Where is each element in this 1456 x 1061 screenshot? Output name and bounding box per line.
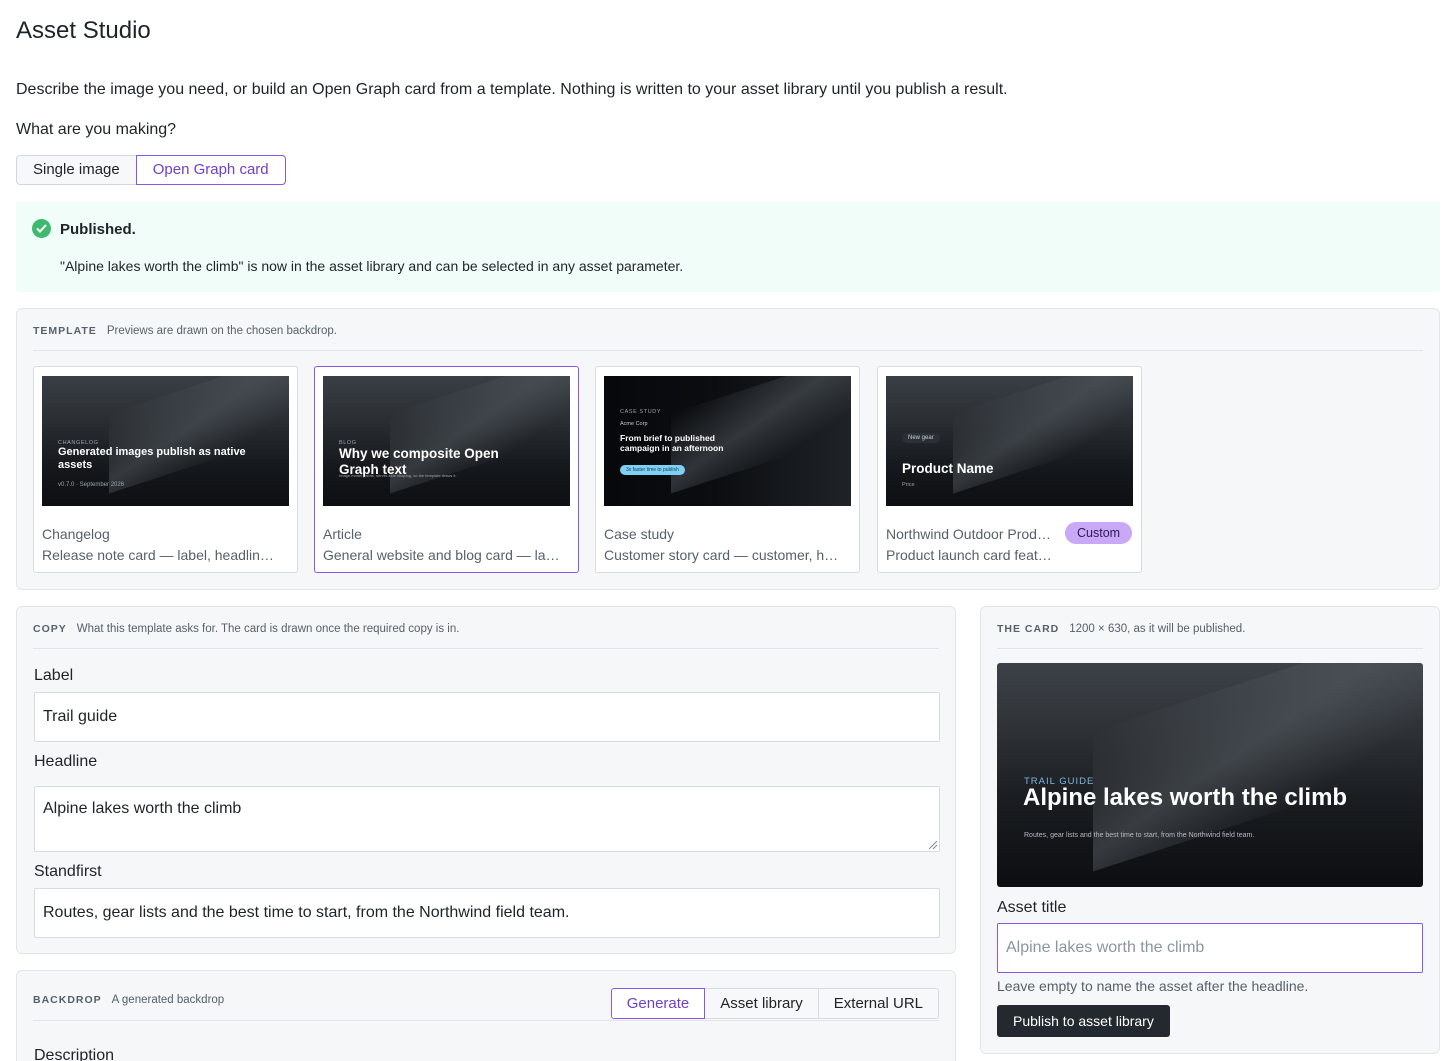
template-name: Article (323, 526, 362, 542)
backdrop-eyebrow: BACKDROP (33, 993, 102, 1006)
page-title: Asset Studio (16, 17, 151, 44)
thumb-meta: Image model paints, server-side shaping,… (339, 473, 457, 478)
copy-eyebrow: COPY (33, 623, 67, 635)
template-thumbnail: BLOG Why we composite Open Graph text Im… (323, 376, 570, 506)
backdrop-panel: BACKDROP A generated backdrop Generate A… (16, 970, 956, 1061)
headline-textarea[interactable]: Alpine lakes worth the climb (34, 786, 940, 852)
template-card-northwind[interactable]: New gear Product Name Price Northwind Ou… (877, 366, 1142, 573)
resize-handle-icon[interactable] (929, 841, 937, 849)
thumb-label: CASE STUDY (620, 409, 662, 415)
tab-external-url[interactable]: External URL (818, 988, 939, 1019)
published-notice: Published. "Alpine lakes worth the climb… (16, 202, 1440, 292)
headline-value: Alpine lakes worth the climb (43, 800, 242, 817)
template-thumbnail: New gear Product Name Price (886, 376, 1133, 506)
template-name: Northwind Outdoor Prod… (886, 526, 1051, 542)
template-description: General website and blog card — la… (323, 547, 560, 563)
template-description: Customer story card — customer, h… (604, 547, 839, 563)
template-card-case-study[interactable]: CASE STUDY Acme Corp From brief to publi… (595, 366, 860, 573)
headline-field-label: Headline (34, 753, 98, 770)
backdrop-source-tabs: Generate Asset library External URL (610, 988, 939, 1019)
thumb-meta: v0.7.0 · September 2026 (58, 482, 125, 488)
card-subtitle: 1200 × 630, as it will be published. (1069, 623, 1246, 635)
copy-subtitle: What this template asks for. The card is… (76, 623, 460, 635)
notice-message: "Alpine lakes worth the climb" is now in… (60, 258, 684, 274)
template-description: Product launch card feat… (886, 547, 1052, 563)
card-preview: TRAIL GUIDE Alpine lakes worth the climb… (997, 663, 1423, 887)
card-eyebrow: THE CARD (997, 623, 1060, 635)
tab-generate[interactable]: Generate (610, 988, 706, 1019)
description-field-label: Description (34, 1047, 115, 1061)
copy-panel: COPY What this template asks for. The ca… (16, 606, 956, 954)
thumb-headline: Generated images publish as native asset… (58, 446, 246, 471)
thumb-customer: Acme Corp (620, 421, 648, 427)
thumb-pill: 3x faster time to publish (620, 465, 685, 475)
check-circle-icon (32, 219, 51, 238)
backdrop-subtitle: A generated backdrop (111, 993, 225, 1006)
label-field-label: Label (34, 667, 74, 684)
tab-asset-library[interactable]: Asset library (705, 988, 819, 1019)
publish-button[interactable]: Publish to asset library (997, 1005, 1170, 1037)
standfirst-input[interactable]: Routes, gear lists and the best time to … (34, 888, 940, 938)
template-eyebrow: TEMPLATE (33, 325, 97, 337)
template-description: Release note card — label, headlin… (42, 547, 274, 563)
thumb-headline: From brief to published campaign in an a… (620, 433, 724, 453)
template-thumbnail: CASE STUDY Acme Corp From brief to publi… (604, 376, 851, 506)
card-preview-standfirst: Routes, gear lists and the best time to … (1024, 832, 1255, 839)
template-panel-header: TEMPLATE Previews are drawn on the chose… (33, 325, 1423, 351)
notice-title: Published. (60, 221, 136, 238)
asset-title-input[interactable] (997, 923, 1423, 973)
template-name: Changelog (42, 526, 110, 542)
label-input[interactable]: Trail guide (34, 692, 940, 742)
template-name: Case study (604, 526, 675, 542)
mode-question: What are you making? (16, 121, 177, 138)
template-subtitle: Previews are drawn on the chosen backdro… (106, 325, 337, 337)
custom-badge: Custom (1065, 522, 1133, 544)
asset-title-hint: Leave empty to name the asset after the … (997, 978, 1309, 994)
asset-title-label: Asset title (997, 899, 1067, 916)
template-card-changelog[interactable]: CHANGELOG Generated images publish as na… (33, 366, 298, 573)
thumb-headline: Product Name (902, 461, 994, 476)
thumb-chip: New gear (902, 433, 940, 443)
template-panel: TEMPLATE Previews are drawn on the chose… (16, 308, 1440, 590)
card-panel: THE CARD 1200 × 630, as it will be publi… (980, 606, 1440, 1054)
card-panel-header: THE CARD 1200 × 630, as it will be publi… (997, 623, 1423, 649)
single-image-button[interactable]: Single image (16, 155, 136, 185)
intro-text: Describe the image you need, or build an… (16, 81, 1008, 98)
standfirst-field-label: Standfirst (34, 863, 102, 880)
thumb-meta: Price (902, 482, 915, 488)
card-preview-headline: Alpine lakes worth the climb (1023, 784, 1348, 811)
open-graph-card-button[interactable]: Open Graph card (135, 155, 286, 185)
mode-toggle: Single image Open Graph card (16, 155, 286, 185)
template-thumbnail: CHANGELOG Generated images publish as na… (42, 376, 289, 506)
template-card-article[interactable]: BLOG Why we composite Open Graph text Im… (314, 366, 579, 573)
copy-panel-header: COPY What this template asks for. The ca… (33, 623, 939, 649)
